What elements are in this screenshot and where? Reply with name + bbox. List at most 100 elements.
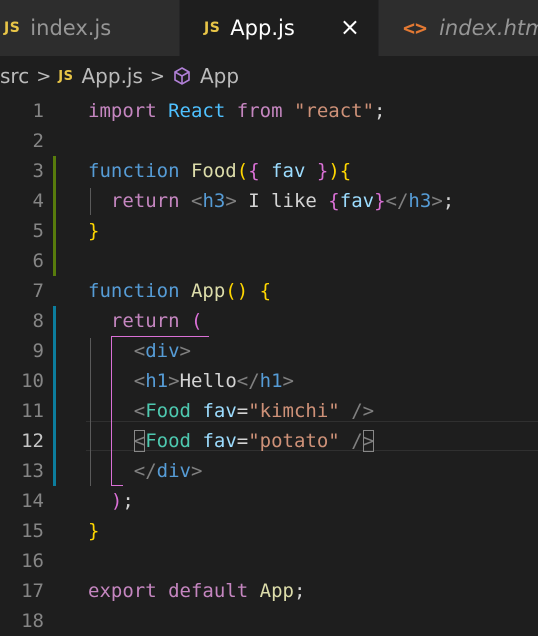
tab-index-js[interactable]: JS index.js	[0, 0, 180, 56]
code-token: "potato"	[248, 430, 340, 452]
code-token: h1	[145, 370, 169, 392]
code-token: Food	[190, 160, 237, 182]
code-token: </	[236, 370, 260, 392]
tab-index-html[interactable]: <> index.html	[378, 0, 538, 56]
code-token: ;	[293, 580, 306, 602]
chevron-right-icon: >	[36, 65, 52, 87]
code-token: h3	[202, 190, 226, 212]
tab-app-js[interactable]: JS App.js ×	[180, 0, 378, 56]
code-text: }	[88, 516, 99, 546]
code-token: </	[385, 190, 409, 212]
code-token: div	[156, 460, 191, 482]
code-line[interactable]: 17 export default App;	[0, 576, 538, 606]
line-number: 14	[21, 490, 44, 512]
code-line[interactable]: 8 return (	[0, 306, 538, 336]
code-token: >	[190, 460, 203, 482]
code-token: </	[133, 460, 157, 482]
breadcrumb-file[interactable]: JS App.js	[58, 64, 143, 88]
code-token: "react"	[293, 100, 375, 122]
code-token: (	[236, 160, 249, 182]
code-line[interactable]: 18	[0, 606, 538, 636]
code-text: );	[88, 486, 134, 516]
code-token: >	[362, 430, 375, 452]
code-token: div	[145, 340, 180, 362]
code-token: (	[190, 310, 203, 332]
code-token: }	[88, 520, 100, 542]
code-token: default	[168, 580, 249, 602]
code-token: <	[133, 430, 146, 452]
code-token: ;	[374, 100, 386, 122]
code-token: <	[133, 370, 146, 392]
code-text: function App() {	[88, 276, 271, 306]
code-text: import React from "react";	[88, 96, 386, 126]
code-line[interactable]: 9 <div>	[0, 336, 538, 366]
breadcrumb-symbol[interactable]: App	[172, 64, 239, 88]
code-line[interactable]: 4 return <h3> I like {fav}</h3>;	[0, 186, 538, 216]
code-line[interactable]: 3 function Food({ fav }){	[0, 156, 538, 186]
code-token: =	[236, 400, 249, 422]
code-token: function	[88, 280, 180, 302]
code-token: App	[259, 580, 294, 602]
breadcrumb-folder[interactable]: src	[0, 64, 29, 88]
code-line[interactable]: 15}	[0, 516, 538, 546]
code-line[interactable]: 12 <Food fav="potato" />	[0, 426, 538, 456]
code-token: >	[282, 370, 294, 392]
line-number: 15	[21, 520, 44, 542]
code-token: <	[190, 190, 203, 212]
code-token: >	[225, 190, 237, 212]
code-token: />	[351, 400, 375, 422]
code-token: )	[110, 490, 123, 512]
code-token: Food	[145, 400, 191, 422]
code-token: >	[168, 370, 180, 392]
line-number: 2	[32, 130, 44, 152]
tab-label: index.js	[30, 16, 112, 40]
code-token: h1	[259, 370, 283, 392]
code-line[interactable]: 5}	[0, 216, 538, 246]
code-line[interactable]: 14 );	[0, 486, 538, 516]
code-token: I like	[236, 190, 329, 212]
code-text: <Food fav="kimchi" />	[88, 396, 374, 426]
code-token: fav	[202, 430, 237, 452]
code-line[interactable]: 16	[0, 546, 538, 576]
line-number: 1	[32, 100, 44, 122]
code-line[interactable]: 1 import React from "react";	[0, 96, 538, 126]
code-token: >	[179, 340, 191, 362]
code-line[interactable]: 13 </div>	[0, 456, 538, 486]
code-token: import	[88, 100, 157, 122]
code-token: )	[328, 160, 340, 182]
code-token: from	[236, 100, 283, 122]
code-line[interactable]: 10 <h1>Hello</h1>	[0, 366, 538, 396]
js-icon: JS	[4, 20, 21, 36]
editor-tab-bar: JS index.js JS App.js × <> index.html	[0, 0, 538, 56]
breadcrumb-file-label: App.js	[81, 64, 143, 88]
code-text: <h1>Hello</h1>	[88, 366, 294, 396]
code-editor[interactable]: 1 import React from "react"; 2 3 function Fo…	[0, 96, 538, 636]
line-number: 16	[21, 550, 44, 572]
code-line[interactable]: 11 <Food fav="kimchi" />	[0, 396, 538, 426]
breadcrumb-symbol-label: App	[200, 64, 240, 88]
chevron-right-icon: >	[149, 65, 165, 87]
code-token: ;	[122, 490, 134, 512]
code-line[interactable]: 2	[0, 126, 538, 156]
code-text: <div>	[88, 336, 191, 366]
code-token: return	[110, 190, 180, 212]
code-line[interactable]: 7 function App() {	[0, 276, 538, 306]
line-number: 5	[32, 220, 44, 242]
js-icon: JS	[204, 20, 221, 36]
code-line[interactable]: 6	[0, 246, 538, 276]
line-number: 8	[32, 310, 44, 332]
close-icon[interactable]: ×	[340, 15, 360, 39]
code-token: h3	[408, 190, 432, 212]
line-number: 13	[21, 460, 44, 482]
